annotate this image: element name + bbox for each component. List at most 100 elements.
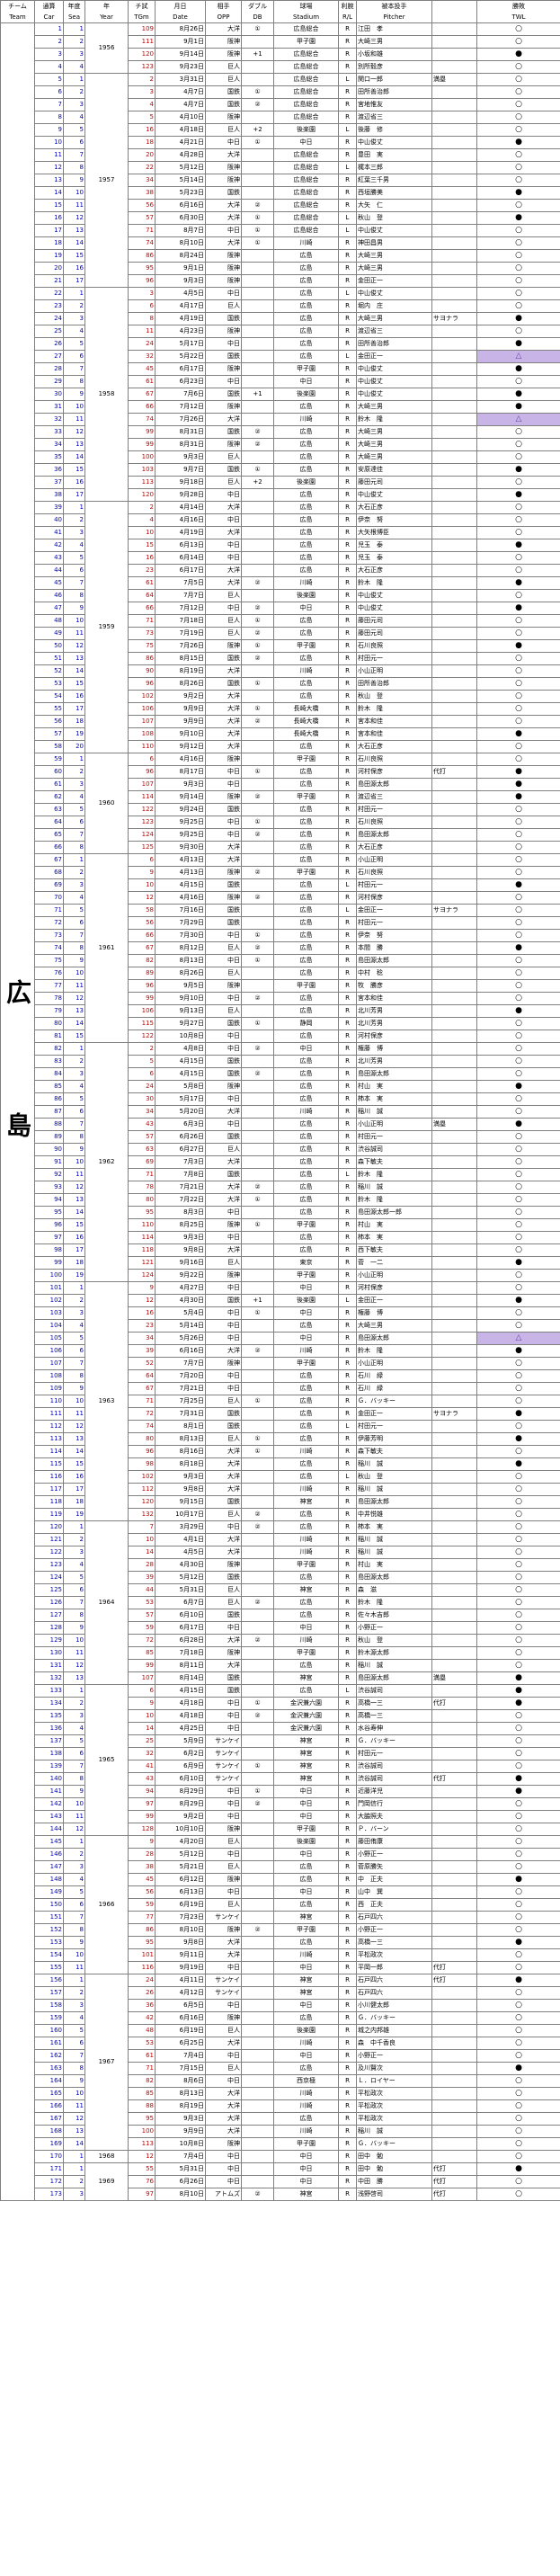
- career-hr-number: 160: [34, 2024, 64, 2037]
- doubleheader: [241, 1747, 274, 1760]
- pitcher-name: 中井悦雄: [356, 1508, 432, 1521]
- pitcher-name: 渋谷誠司: [356, 1772, 432, 1786]
- result-mark: ○: [476, 2099, 560, 2113]
- season-hr-number: 15: [63, 1457, 85, 1471]
- team-game-number: 86: [128, 652, 156, 665]
- team-game-number: 101: [128, 1948, 156, 1962]
- note: [431, 174, 477, 187]
- doubleheader: [241, 1004, 274, 1018]
- header-cell-jp: チーム: [0, 0, 35, 12]
- career-hr-number: 2: [34, 35, 64, 49]
- stadium: 広島: [273, 765, 339, 779]
- result-mark: ●: [476, 576, 560, 590]
- header-cell-en: TGm: [128, 12, 156, 23]
- doubleheader: [241, 539, 274, 552]
- result-mark: ○: [476, 2049, 560, 2063]
- opponent: 中日: [205, 2049, 242, 2063]
- pitcher-name: 宮本和佳: [356, 715, 432, 728]
- game-date: 6月14日: [155, 551, 206, 565]
- result-mark: ○: [476, 866, 560, 879]
- game-date: 4月16日: [155, 513, 206, 527]
- season-hr-number: 14: [63, 236, 85, 250]
- team-game-number: 24: [128, 1080, 156, 1093]
- header-cell-en: OPP: [205, 12, 242, 23]
- doubleheader: [241, 60, 274, 74]
- table-row: 149 5 56 6月13日 中日 中日 R 山中 巽 ○: [1, 1885, 560, 1899]
- result-mark: ○: [476, 1281, 560, 1295]
- career-hr-number: 4: [34, 60, 64, 74]
- pitcher-name: 小山正明: [356, 1357, 432, 1370]
- opponent: 国鉄: [205, 677, 242, 691]
- pitcher-hand: R: [338, 249, 357, 263]
- table-row: 29 8 61 6月23日 中日 中日 R 中山俊丈 ○: [1, 375, 560, 388]
- doubleheader: ①: [241, 765, 274, 779]
- note: [431, 614, 477, 628]
- header-cell-en: TWL: [476, 12, 560, 23]
- note: [431, 1923, 477, 1937]
- pitcher-hand: R: [338, 589, 357, 602]
- season-hr-number: 10: [63, 186, 85, 200]
- pitcher-name: 森 中千香良: [356, 2037, 432, 2050]
- career-hr-number: 128: [34, 1621, 64, 1635]
- table-row: 121 2 10 4月1日 大洋 川崎 R 稲川 誠 ○: [1, 1533, 560, 1546]
- pitcher-hand: R: [338, 2037, 357, 2050]
- pitcher-name: 大石正彦: [356, 740, 432, 753]
- game-date: 4月23日: [155, 325, 206, 338]
- season-hr-number: 1: [63, 287, 85, 300]
- opponent: サンケイ: [205, 1772, 242, 1786]
- year-cell: 1964: [84, 1520, 129, 1685]
- pitcher-hand: R: [338, 2112, 357, 2126]
- pitcher-name: 河村保彦: [356, 1030, 432, 1043]
- table-row: 117 17 112 9月8日 大洋 川崎 R 稲川 誠 ○: [1, 1483, 560, 1496]
- result-mark: ●: [476, 1684, 560, 1698]
- table-row: 132 13 107 8月14日 国鉄 神宮 R 島田源太郎 満塁 ●: [1, 1671, 560, 1685]
- note: [431, 1445, 477, 1458]
- stadium: 川崎: [273, 413, 339, 426]
- table-row: 103 3 16 5月4日 中日 ① 中日 R 権藤 博 ○: [1, 1306, 560, 1320]
- pitcher-name: 中山俊丈: [356, 287, 432, 300]
- pitcher-name: 稲川 誠: [356, 1105, 432, 1119]
- table-row: 98 17 118 9月8日 大洋 広島 R 西下敏夫 ○: [1, 1243, 560, 1257]
- career-hr-number: 99: [34, 1256, 64, 1270]
- pitcher-hand: R: [338, 501, 357, 514]
- opponent: 大洋: [205, 1634, 242, 1647]
- team-game-number: 56: [128, 916, 156, 930]
- pitcher-hand: R: [338, 98, 357, 111]
- opponent: 巨人: [205, 1256, 242, 1270]
- opponent: 国鉄: [205, 1420, 242, 1433]
- career-hr-number: 53: [34, 677, 64, 691]
- note: [431, 85, 477, 99]
- note: [431, 677, 477, 691]
- table-row: 164 9 82 8月6日 中日 西京極 R Ｌ．ロイヤー ○: [1, 2074, 560, 2088]
- pitcher-hand: L: [338, 224, 357, 237]
- table-row: 146 2 28 5月12日 中日 中日 R 小野正一 ○: [1, 1848, 560, 1861]
- result-mark: ○: [476, 677, 560, 691]
- season-hr-number: 11: [63, 2099, 85, 2113]
- stadium: 静岡: [273, 1017, 339, 1030]
- doubleheader: [241, 262, 274, 275]
- opponent: 巨人: [205, 941, 242, 955]
- season-hr-number: 6: [63, 1105, 85, 1119]
- note: [431, 1143, 477, 1156]
- season-hr-number: 14: [63, 1017, 85, 1030]
- career-hr-number: 70: [34, 891, 64, 905]
- note: [431, 2137, 477, 2151]
- table-row: 26 5 24 5月17日 中日 広島 R 田所善治郎 ●: [1, 337, 560, 351]
- doubleheader: [241, 287, 274, 300]
- season-hr-number: 1: [63, 73, 85, 86]
- career-hr-number: 95: [34, 1206, 64, 1219]
- pitcher-hand: R: [338, 614, 357, 628]
- doubleheader: [241, 1684, 274, 1698]
- doubleheader: ②: [241, 1344, 274, 1358]
- team-game-number: 120: [128, 48, 156, 61]
- opponent: 中日: [205, 1332, 242, 1345]
- season-hr-number: 13: [63, 1671, 85, 1685]
- pitcher-name: 大崎三男: [356, 450, 432, 464]
- pitcher-name: 権藤 博: [356, 1306, 432, 1320]
- pitcher-name: 中田 勝: [356, 2175, 432, 2188]
- team-game-number: 18: [128, 136, 156, 149]
- pitcher-hand: R: [338, 1004, 357, 1018]
- opponent: 大洋: [205, 1546, 242, 1559]
- table-row: 6 2 3 4月7日 国鉄 ① 広島総合 R 田所善治郎 ○: [1, 85, 560, 99]
- team-game-number: 12: [128, 2150, 156, 2163]
